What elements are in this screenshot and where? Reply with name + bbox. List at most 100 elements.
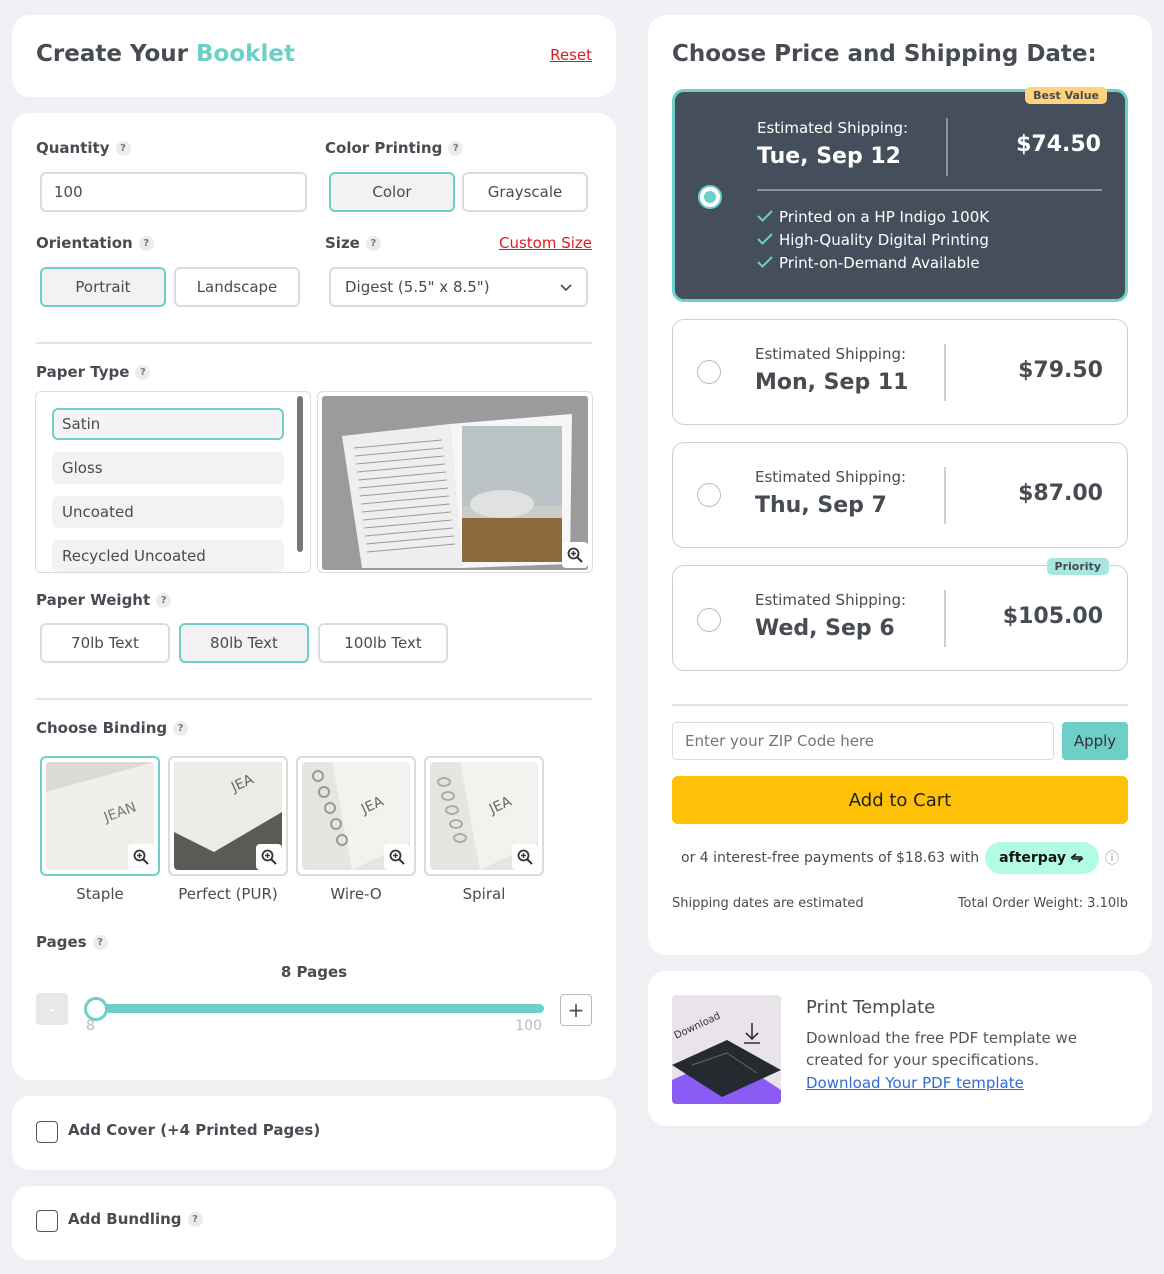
add-cover-card: Add Cover (+4 Printed Pages)	[12, 1096, 616, 1170]
binding-staple[interactable]: JEAN	[40, 756, 160, 876]
afterpay-logo-text: afterpay	[999, 850, 1066, 866]
paper-option-recycled-uncoated[interactable]: Recycled Uncoated	[52, 540, 284, 572]
paper-option-gloss[interactable]: Gloss	[52, 452, 284, 484]
estimated-shipping-label: Estimated Shipping:	[755, 591, 907, 609]
pages-label-text: Pages	[36, 933, 87, 951]
size-select-value: Digest (5.5" x 8.5")	[345, 278, 490, 296]
binding-wire-o[interactable]: JEA	[296, 756, 416, 876]
binding-spiral[interactable]: JEA	[424, 756, 544, 876]
zoom-icon[interactable]	[384, 844, 410, 870]
afterpay-logo[interactable]: afterpay	[985, 842, 1099, 874]
paper-preview	[317, 391, 593, 573]
pages-value: 8 Pages	[280, 963, 348, 981]
help-icon[interactable]: ?	[448, 140, 464, 156]
custom-size-link[interactable]: Custom Size	[499, 234, 592, 252]
shipping-option-2[interactable]: Estimated Shipping: Mon, Sep 11 $79.50	[672, 319, 1128, 425]
help-icon[interactable]: ?	[135, 364, 151, 380]
scrollbar[interactable]	[297, 396, 303, 552]
shipping-price: $79.50	[1018, 358, 1103, 383]
builder-header-card: Create Your Booklet Reset	[12, 15, 616, 97]
quantity-value: 100	[54, 183, 83, 201]
color-button[interactable]: Color	[329, 172, 455, 212]
pages-min-label: 8	[86, 1018, 95, 1034]
zoom-icon[interactable]	[128, 844, 154, 870]
afterpay-text: or 4 interest-free payments of $18.63 wi…	[681, 850, 980, 866]
paper-option-satin[interactable]: Satin	[52, 408, 284, 440]
binding-spiral-label: Spiral	[462, 885, 506, 903]
shipping-price: $74.50	[1016, 132, 1101, 157]
estimated-shipping-label: Estimated Shipping:	[757, 119, 909, 137]
quantity-input[interactable]: 100	[40, 172, 307, 212]
binding-perfect[interactable]: JEA	[168, 756, 288, 876]
shipping-option-3-radio[interactable]	[697, 483, 721, 507]
shipping-option-1-radio[interactable]	[698, 185, 722, 209]
shipping-option-3[interactable]: Estimated Shipping: Thu, Sep 7 $87.00	[672, 442, 1128, 548]
pricing-title: Choose Price and Shipping Date:	[672, 41, 1097, 67]
paper-type-label: Paper Type ?	[36, 363, 151, 381]
help-icon[interactable]: ?	[187, 1211, 203, 1227]
portrait-button[interactable]: Portrait	[40, 267, 166, 307]
shipping-option-1[interactable]: Best Value Estimated Shipping: Tue, Sep …	[672, 87, 1128, 302]
help-icon[interactable]: ?	[138, 235, 154, 251]
minus-icon: -	[48, 998, 56, 1020]
info-icon[interactable]: ⓘ	[1105, 848, 1119, 868]
shipping-date: Thu, Sep 7	[755, 493, 887, 518]
add-bundling-label-text: Add Bundling	[68, 1210, 182, 1228]
divider	[944, 590, 946, 647]
zip-input[interactable]	[672, 722, 1054, 760]
best-value-badge: Best Value	[1025, 87, 1107, 104]
plus-icon: +	[567, 998, 585, 1022]
reset-link[interactable]: Reset	[550, 46, 592, 64]
weight-70lb-button[interactable]: 70lb Text	[40, 623, 170, 663]
help-icon[interactable]: ?	[365, 235, 381, 251]
add-cover-checkbox[interactable]	[36, 1121, 58, 1143]
add-bundling-label: Add Bundling ?	[68, 1210, 203, 1228]
orientation-label-text: Orientation	[36, 234, 133, 252]
zoom-icon[interactable]	[256, 844, 282, 870]
paper-type-list[interactable]: Satin Gloss Uncoated Recycled Uncoated	[35, 391, 311, 573]
help-icon[interactable]: ?	[156, 592, 172, 608]
add-to-cart-button[interactable]: Add to Cart	[672, 776, 1128, 824]
add-bundling-card: Add Bundling ?	[12, 1186, 616, 1260]
add-bundling-checkbox[interactable]	[36, 1210, 58, 1232]
estimated-shipping-label: Estimated Shipping:	[755, 345, 907, 363]
pages-plus-button[interactable]: +	[560, 994, 592, 1026]
weight-100lb-button[interactable]: 100lb Text	[318, 623, 448, 663]
divider	[944, 344, 946, 401]
binding-label-text: Choose Binding	[36, 719, 168, 737]
help-icon[interactable]: ?	[173, 720, 189, 736]
download-template-link[interactable]: Download Your PDF template	[806, 1074, 1024, 1092]
paper-weight-label-text: Paper Weight	[36, 591, 151, 609]
feature-text: High-Quality Digital Printing	[779, 231, 989, 249]
zoom-icon[interactable]	[512, 844, 538, 870]
template-image: Download	[672, 995, 781, 1104]
zoom-icon[interactable]	[562, 542, 588, 568]
weight-80lb-button[interactable]: 80lb Text	[179, 623, 309, 663]
paper-type-label-text: Paper Type	[36, 363, 130, 381]
landscape-button[interactable]: Landscape	[174, 267, 300, 307]
help-icon[interactable]: ?	[92, 934, 108, 950]
shipping-date: Tue, Sep 12	[757, 144, 901, 169]
paper-option-uncoated[interactable]: Uncoated	[52, 496, 284, 528]
help-icon[interactable]: ?	[115, 140, 131, 156]
apply-button-label: Apply	[1073, 732, 1117, 750]
pages-label: Pages ?	[36, 933, 108, 951]
feature-item: Print-on-Demand Available	[757, 254, 980, 272]
check-icon	[757, 208, 773, 226]
shipping-option-2-radio[interactable]	[697, 360, 721, 384]
divider	[36, 698, 592, 700]
divider	[944, 467, 946, 524]
binding-wire-o-label: Wire-O	[330, 885, 382, 903]
pages-slider-track[interactable]	[96, 1004, 544, 1013]
title-accent: Booklet	[196, 41, 295, 67]
binding-label: Choose Binding ?	[36, 719, 189, 737]
template-title: Print Template	[806, 997, 936, 1018]
shipping-option-4[interactable]: Priority Estimated Shipping: Wed, Sep 6 …	[672, 558, 1128, 671]
grayscale-button[interactable]: Grayscale	[462, 172, 588, 212]
apply-button[interactable]: Apply	[1062, 722, 1128, 760]
shipping-option-4-radio[interactable]	[697, 608, 721, 632]
size-select[interactable]: Digest (5.5" x 8.5")	[329, 267, 588, 307]
color-printing-label: Color Printing ?	[325, 139, 464, 157]
pages-minus-button[interactable]: -	[36, 993, 68, 1025]
shipping-note: Shipping dates are estimated	[672, 896, 864, 911]
